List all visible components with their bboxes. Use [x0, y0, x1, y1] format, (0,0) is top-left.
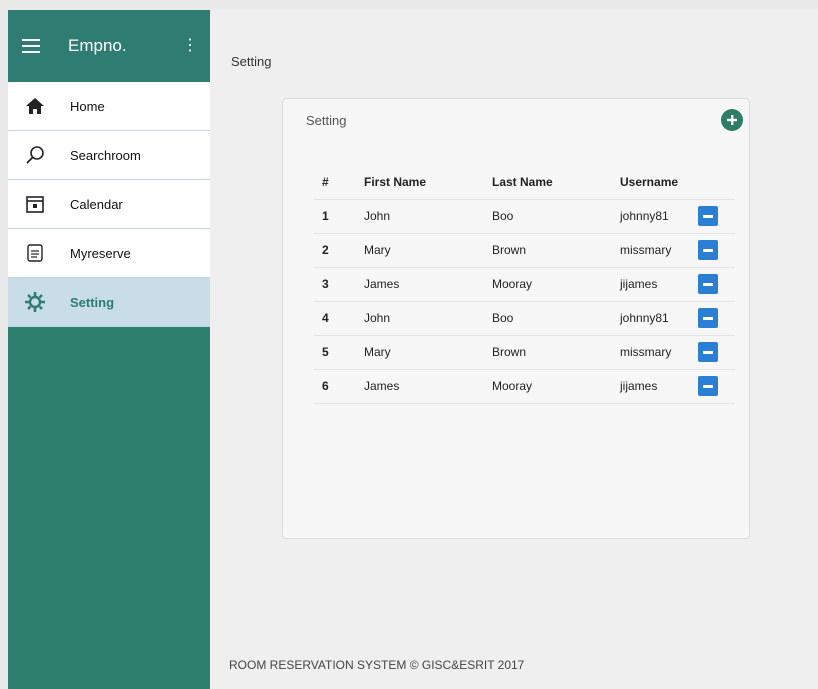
plus-icon: [727, 115, 737, 125]
minus-icon: [703, 384, 713, 388]
table-row: 6 James Mooray jijames: [314, 369, 735, 404]
footer-text: ROOM RESERVATION SYSTEM © GISC&ESRIT 201…: [229, 658, 525, 672]
menu-icon[interactable]: [22, 39, 40, 53]
cell-first-name: John: [356, 199, 484, 234]
cell-action: [694, 267, 735, 302]
sidebar: Empno. ⋮ Home Searchroom Calendar Myrese…: [8, 10, 210, 689]
remove-user-button[interactable]: [698, 376, 718, 396]
gear-icon: [24, 291, 46, 313]
sidebar-item-home[interactable]: Home: [8, 82, 210, 131]
cell-username: missmary: [612, 233, 694, 268]
minus-icon: [703, 248, 713, 252]
cell-last-name: Boo: [484, 199, 612, 234]
cell-action: [694, 301, 735, 336]
sidebar-item-setting[interactable]: Setting: [8, 278, 210, 327]
table-header-row: # First Name Last Name Username: [314, 165, 735, 200]
sidebar-item-myreserve[interactable]: Myreserve: [8, 229, 210, 278]
cell-number: 5: [314, 335, 356, 370]
cell-action: [694, 233, 735, 268]
column-header-first-name: First Name: [356, 165, 484, 200]
cell-username: jijames: [612, 267, 694, 302]
table-row: 3 James Mooray jijames: [314, 267, 735, 302]
table-row: 1 John Boo johnny81: [314, 199, 735, 234]
home-icon: [24, 95, 46, 117]
table-row: 2 Mary Brown missmary: [314, 233, 735, 268]
cell-number: 1: [314, 199, 356, 234]
main-content: Setting Setting # First Name Last Name U…: [210, 10, 818, 689]
setting-card: Setting # First Name Last Name Username: [282, 98, 750, 539]
sidebar-item-calendar[interactable]: Calendar: [8, 180, 210, 229]
app-window: Empno. ⋮ Home Searchroom Calendar Myrese…: [0, 0, 818, 689]
cell-first-name: John: [356, 301, 484, 336]
cell-action: [694, 199, 735, 234]
column-header-username: Username: [612, 165, 694, 200]
cell-first-name: Mary: [356, 233, 484, 268]
sidebar-item-label: Myreserve: [70, 245, 131, 261]
cell-first-name: James: [356, 369, 484, 404]
calendar-icon: [24, 193, 46, 215]
cell-last-name: Brown: [484, 335, 612, 370]
column-header-action: [694, 165, 735, 200]
brand-title: Empno.: [68, 36, 127, 55]
remove-user-button[interactable]: [698, 206, 718, 226]
document-icon: [24, 242, 46, 264]
cell-username: johnny81: [612, 199, 694, 234]
cell-username: jijames: [612, 369, 694, 404]
minus-icon: [703, 316, 713, 320]
cell-number: 2: [314, 233, 356, 268]
cell-last-name: Mooray: [484, 369, 612, 404]
table-row: 4 John Boo johnny81: [314, 301, 735, 336]
cell-username: johnny81: [612, 301, 694, 336]
cell-last-name: Brown: [484, 233, 612, 268]
add-user-button[interactable]: [721, 109, 743, 131]
remove-user-button[interactable]: [698, 274, 718, 294]
search-icon: [24, 144, 46, 166]
cell-action: [694, 369, 735, 404]
cell-number: 6: [314, 369, 356, 404]
cell-number: 4: [314, 301, 356, 336]
cell-number: 3: [314, 267, 356, 302]
sidebar-header: Empno. ⋮: [8, 10, 210, 82]
sidebar-item-label: Setting: [70, 294, 115, 310]
cell-first-name: James: [356, 267, 484, 302]
remove-user-button[interactable]: [698, 240, 718, 260]
column-header-number: #: [314, 165, 356, 200]
cell-username: missmary: [612, 335, 694, 370]
remove-user-button[interactable]: [698, 342, 718, 362]
sidebar-item-searchroom[interactable]: Searchroom: [8, 131, 210, 180]
remove-user-button[interactable]: [698, 308, 718, 328]
sidebar-item-label: Home: [70, 98, 105, 114]
cell-action: [694, 335, 735, 370]
sidebar-item-label: Searchroom: [70, 147, 141, 163]
cell-last-name: Mooray: [484, 267, 612, 302]
cell-first-name: Mary: [356, 335, 484, 370]
column-header-last-name: Last Name: [484, 165, 612, 200]
minus-icon: [703, 282, 713, 286]
cell-last-name: Boo: [484, 301, 612, 336]
sidebar-item-label: Calendar: [70, 196, 123, 212]
users-table: # First Name Last Name Username 1 John B…: [314, 165, 735, 404]
card-title: Setting: [306, 113, 347, 128]
minus-icon: [703, 350, 713, 354]
table-row: 5 Mary Brown missmary: [314, 335, 735, 370]
more-options-icon[interactable]: ⋮: [182, 38, 198, 54]
minus-icon: [703, 214, 713, 218]
page-title: Setting: [231, 54, 272, 69]
